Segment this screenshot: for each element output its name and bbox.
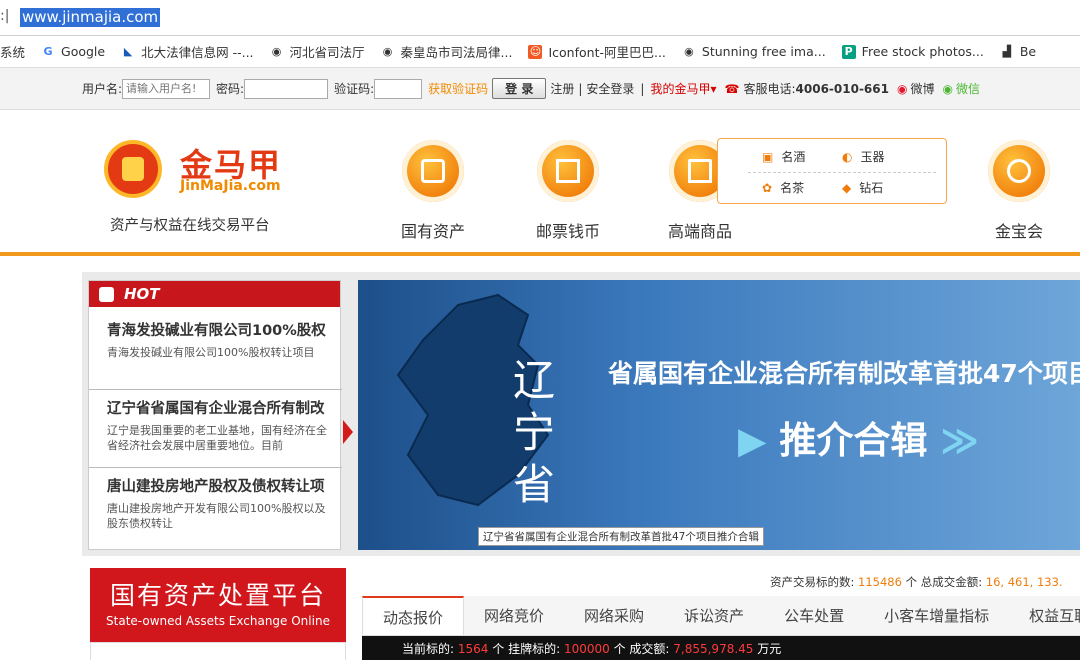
tea-icon: ✿: [762, 181, 773, 195]
hot-panel: HOT 青海发投碱业有限公司100%股权 青海发投碱业有限公司100%股权转让项…: [88, 280, 342, 550]
category-tabs: 动态报价 网络竞价 网络采购 诉讼资产 公车处置 小客车增量指标 权益互联: [362, 596, 1080, 636]
play-arrow-icon: ▶: [738, 419, 767, 462]
captcha-input[interactable]: [374, 78, 423, 99]
platform-subtitle: State-owned Assets Exchange Online: [106, 614, 330, 628]
tab-car-quota[interactable]: 小客车增量指标: [864, 596, 1009, 635]
tab-online-bidding[interactable]: 网络竞价: [464, 596, 564, 635]
password-label: 密码:: [216, 82, 245, 96]
login-bar: 用户名: 密码: 验证码: 获取验证码 登 录 注册 | 安全登录 | 我的金马…: [0, 68, 1080, 110]
logo-emblem-icon: [104, 140, 162, 198]
nav-jinbaohui[interactable]: 金宝会: [964, 140, 1074, 242]
luxury-liquor[interactable]: ▣ 名酒: [762, 148, 842, 165]
register-link[interactable]: 注册: [550, 80, 574, 97]
banner-caption: 辽宁省省属国有企业混合所有制改革首批47个项目推介合辑: [478, 527, 764, 546]
trade-stats: 资产交易标的数: 115486 个 总成交金额: 16, 461, 133.: [770, 575, 1063, 589]
banner-slide[interactable]: 辽宁省 省属国有企业混合所有制改革首批47个项目 ▶ 推介合辑 ≫ 辽宁省省属国…: [358, 280, 1080, 550]
bank-icon: [402, 140, 464, 202]
bookmark-unsplash[interactable]: ▟ Be: [1000, 44, 1037, 59]
bookmark-hebei-justice[interactable]: ◉ 河北省司法厅: [270, 42, 365, 61]
nav-state-assets[interactable]: 国有资产: [378, 140, 488, 242]
bookmark-qhd-justice[interactable]: ◉ 秦皇岛市司法局律...: [381, 42, 513, 61]
nav-stamps-coins[interactable]: 邮票钱币: [513, 140, 623, 242]
bookmarks-bar: 系统 G Google ◣ 北大法律信息网 --... ◉ 河北省司法厅 ◉ 秦皇岛市司…: [0, 36, 1080, 68]
coin-icon: [988, 140, 1050, 202]
logo-en-text: JinMaJia.com: [180, 178, 281, 194]
hot-badge-icon: [99, 286, 114, 302]
bookmark-system[interactable]: 系统: [0, 42, 25, 61]
banner-section: HOT 青海发投碱业有限公司100%股权 青海发投碱业有限公司100%股权转让项…: [82, 272, 1080, 556]
tab-litigation-assets[interactable]: 诉讼资产: [664, 596, 764, 635]
my-account-link[interactable]: 我的金马甲: [650, 80, 710, 97]
tab-official-car-disposal[interactable]: 公车处置: [764, 596, 864, 635]
pexels-icon: P: [841, 44, 856, 59]
chevron-down-icon: ▾: [710, 81, 717, 96]
banner-province-text: 辽宁省: [513, 356, 556, 509]
phone-icon: ☎: [724, 81, 740, 96]
wechat-link[interactable]: 微信: [956, 80, 980, 97]
username-label: 用户名:: [82, 82, 123, 96]
jade-icon: ◐: [842, 150, 853, 164]
hot-header: HOT: [89, 281, 340, 307]
hot-item[interactable]: 辽宁省省属国有企业混合所有制改 辽宁是我国重要的老工业基地，国有经济在全省经济社…: [89, 399, 342, 453]
site-slogan: 资产与权益在线交易平台: [110, 218, 270, 234]
bookmark-google[interactable]: G Google: [41, 44, 106, 59]
active-item-arrow-icon: [343, 420, 353, 444]
liquor-icon: ▣: [762, 150, 774, 164]
site-header: 金马甲 JinMaJia.com 资产与权益在线交易平台 国有资产 邮票钱币 高…: [0, 110, 1080, 256]
total-amount: 16, 461, 133.: [985, 575, 1063, 589]
stamp-icon: [537, 140, 599, 202]
platform-title: 国有资产处置平台: [109, 581, 326, 610]
bookmark-icon: ◣: [123, 45, 133, 58]
wechat-icon: ◉: [942, 81, 953, 96]
state-assets-platform[interactable]: 国有资产处置平台 State-owned Assets Exchange Onl…: [90, 568, 346, 660]
banner-subheadline: ▶ 推介合辑 ≫: [738, 419, 979, 462]
globe-icon: ◉: [382, 45, 393, 58]
divider-1: |: [578, 81, 583, 96]
diamond-icon: ◆: [842, 181, 852, 195]
luxury-category-box: ▣ 名酒 ◐ 玉器 ✿ 名茶 ◆ 钻石: [717, 138, 947, 204]
get-captcha-link[interactable]: 获取验证码: [428, 80, 488, 97]
asset-count: 115486: [858, 575, 902, 589]
hot-item[interactable]: 青海发投碱业有限公司100%股权 青海发投碱业有限公司100%股权转让项目: [89, 321, 342, 360]
banner-headline: 省属国有企业混合所有制改革首批47个项目: [608, 359, 1080, 388]
tab-equity-interconnect[interactable]: 权益互联: [1009, 596, 1080, 635]
url-text[interactable]: www.jinmajia.com: [20, 8, 161, 27]
address-bar[interactable]: :| www.jinmajia.com: [0, 0, 1080, 36]
iconfont-icon: ☺: [528, 44, 543, 59]
globe-icon: ◉: [271, 45, 282, 58]
tab-dynamic-quotes[interactable]: 动态报价: [362, 596, 465, 635]
main-content: HOT 青海发投碱业有限公司100%股权 青海发投碱业有限公司100%股权转让项…: [0, 256, 1080, 660]
bookmark-stunning[interactable]: ◉ Stunning free ima...: [682, 44, 826, 59]
unsplash-icon: ▟: [1002, 45, 1012, 58]
platform-strip: [90, 642, 346, 660]
username-input[interactable]: [122, 78, 211, 99]
hot-item[interactable]: 唐山建投房地产股权及债权转让项 唐山建投房地产开发有限公司100%股权以及股东债…: [89, 477, 342, 531]
bookmark-pexels[interactable]: P Free stock photos...: [841, 44, 984, 59]
globe-icon: ◉: [684, 45, 694, 58]
luxury-jade[interactable]: ◐ 玉器: [842, 148, 922, 165]
hotline-label: 客服电话:: [743, 82, 796, 96]
login-button[interactable]: 登 录: [492, 78, 547, 99]
weibo-link[interactable]: 微博: [910, 80, 934, 97]
double-arrow-icon: ≫: [940, 419, 979, 462]
bookmark-iconfont[interactable]: ☺ Iconfont-阿里巴巴...: [528, 42, 666, 61]
hotline-number: 4006-010-661: [795, 81, 889, 96]
google-icon: G: [43, 45, 53, 58]
luxury-tea[interactable]: ✿ 名茶: [762, 179, 842, 196]
captcha-label: 验证码:: [334, 82, 375, 96]
weibo-icon: ◉: [896, 81, 908, 96]
divider-2: |: [640, 81, 645, 96]
quote-ticker: 当前标的: 1564 个 挂牌标的: 100000 个 成交额: 7,855,9…: [362, 636, 1080, 660]
secure-login-link[interactable]: 安全登录: [586, 80, 634, 97]
bookmark-pkulaw[interactable]: ◣ 北大法律信息网 --...: [121, 42, 254, 61]
luxury-diamond[interactable]: ◆ 钻石: [842, 179, 922, 196]
tab-online-procurement[interactable]: 网络采购: [564, 596, 664, 635]
address-separator: :|: [0, 8, 10, 24]
password-input[interactable]: [244, 78, 329, 99]
